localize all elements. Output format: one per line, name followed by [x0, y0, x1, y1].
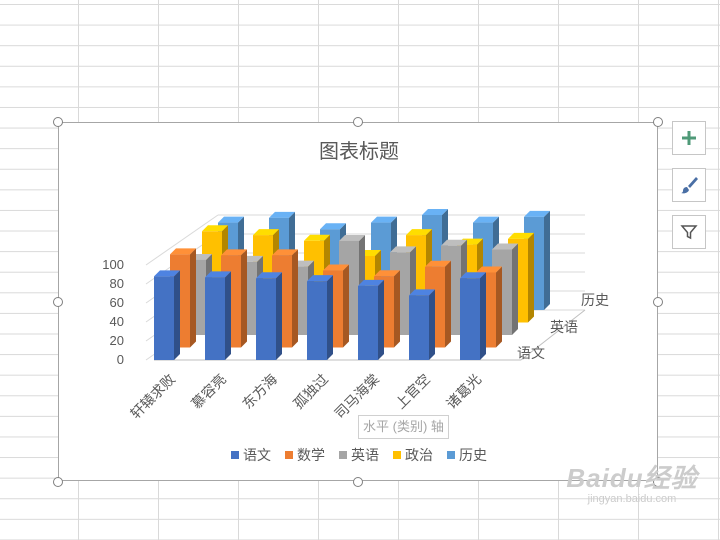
legend-item[interactable]: 语文: [231, 447, 271, 463]
category-label: 孤独过: [290, 371, 331, 412]
legend-swatch: [393, 451, 401, 459]
chart-elements-button[interactable]: [672, 121, 706, 155]
legend-label: 政治: [405, 447, 433, 463]
baidu-watermark: Baidu经验 jingyan.baidu.com: [552, 458, 712, 505]
y-tick-label: 60: [110, 295, 124, 310]
category-label: 慕容亮: [188, 371, 229, 412]
legend-label: 语文: [243, 447, 271, 463]
brush-icon: [681, 177, 698, 194]
legend-swatch: [231, 451, 239, 459]
chart-filters-button[interactable]: [672, 215, 706, 249]
depth-label: 语文: [517, 345, 545, 361]
axis-tooltip: 水平 (类别) 轴: [358, 415, 449, 439]
resize-handle-top-right[interactable]: [653, 117, 663, 127]
legend-label: 历史: [459, 447, 487, 463]
legend-item[interactable]: 数学: [285, 447, 325, 463]
bar[interactable]: [460, 272, 486, 360]
legend-item[interactable]: 历史: [447, 447, 487, 463]
legend-swatch: [447, 451, 455, 459]
category-label: 上官空: [392, 371, 433, 412]
resize-handle-top-left[interactable]: [53, 117, 63, 127]
bar[interactable]: [307, 275, 333, 360]
y-tick-label: 80: [110, 276, 124, 291]
category-label: 轩辕求败: [127, 371, 178, 422]
watermark-logo: Baidu经验: [566, 463, 698, 493]
legend-item[interactable]: 政治: [393, 447, 433, 463]
resize-handle-bottom-left[interactable]: [53, 477, 63, 487]
y-tick-label: 100: [102, 257, 124, 272]
category-label: 东方海: [239, 371, 280, 412]
legend-swatch: [339, 451, 347, 459]
bar[interactable]: [256, 272, 282, 360]
depth-label: 历史: [581, 292, 609, 308]
bar[interactable]: [154, 270, 180, 360]
plot-area[interactable]: [154, 209, 550, 360]
y-axis[interactable]: 0 20 40 60 80 100: [102, 257, 124, 367]
legend-label: 英语: [351, 447, 379, 463]
legend-item[interactable]: 英语: [339, 447, 379, 463]
bar[interactable]: [205, 271, 231, 360]
chart-styles-button[interactable]: [672, 168, 706, 202]
resize-handle-middle-right[interactable]: [653, 297, 663, 307]
y-tick-label: 20: [110, 333, 124, 348]
bar[interactable]: [409, 289, 435, 360]
resize-handle-middle-left[interactable]: [53, 297, 63, 307]
legend-swatch: [285, 451, 293, 459]
legend-label: 数学: [297, 447, 325, 463]
filter-icon: [680, 225, 698, 240]
y-tick-label: 40: [110, 314, 124, 329]
chart-title[interactable]: 图表标题: [319, 140, 399, 163]
y-tick-label: 0: [117, 352, 124, 367]
resize-handle-top-middle[interactable]: [353, 117, 363, 127]
bar[interactable]: [358, 279, 384, 360]
resize-handle-bottom-middle[interactable]: [353, 477, 363, 487]
plus-icon: [682, 131, 696, 145]
depth-label: 英语: [550, 319, 578, 335]
legend[interactable]: 语文 数学 英语 政治 历史: [231, 447, 487, 463]
category-label: 诸葛光: [443, 371, 484, 412]
